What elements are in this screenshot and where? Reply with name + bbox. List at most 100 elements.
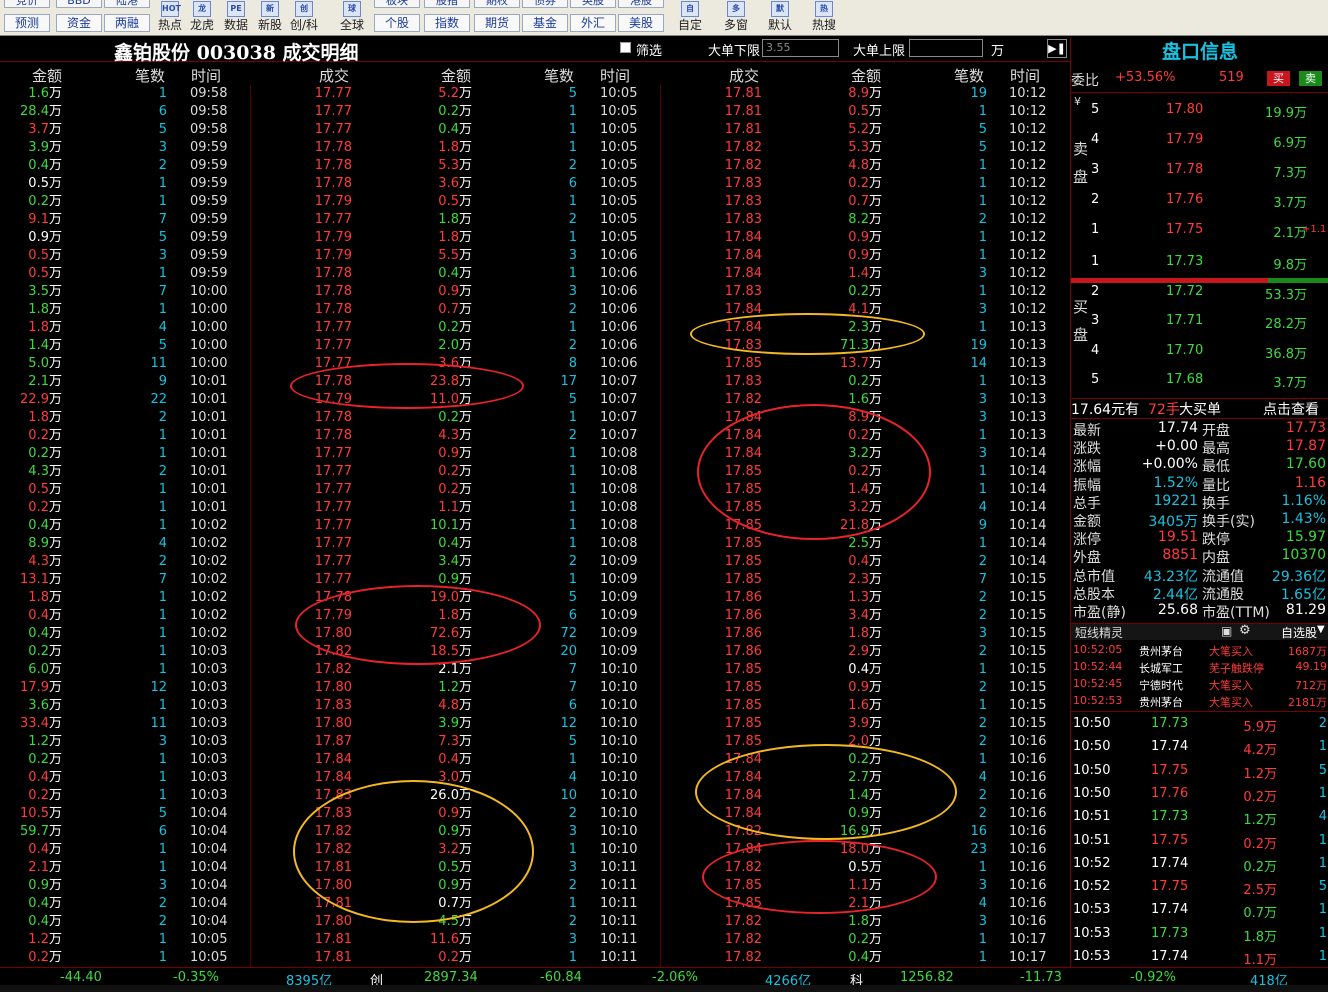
toolbar-button[interactable]: 美股	[618, 14, 664, 32]
price-cell: 17.83	[724, 284, 762, 299]
time-cell: 09:59	[190, 158, 228, 173]
filter-checkbox[interactable]	[620, 42, 631, 53]
amount-value: 3.2	[848, 446, 869, 461]
time-cell: 10:03	[190, 716, 228, 731]
table-row: 3.6万 1 10:03 17.83 4.8万 6 10:10 17.85 1.6万 1 10:15	[0, 697, 1070, 715]
toolbar-tool-right-2[interactable]: 默默认	[762, 0, 798, 36]
toolbar-button[interactable]: 竞价	[4, 0, 50, 8]
toolbar-tool-right-1[interactable]: 多多窗	[718, 0, 754, 36]
sprite-event: 大笔买入	[1209, 645, 1253, 658]
toolbar-button[interactable]: 债券	[522, 0, 568, 8]
toolbar-button[interactable]: 期权	[474, 0, 520, 8]
expand-icon[interactable]: ▣	[1221, 624, 1232, 638]
count-cell: 72	[560, 626, 577, 641]
col-count-1: 笔数	[135, 67, 166, 85]
amount-value: 0.2	[438, 104, 459, 119]
tick-row: 10:51 17.75 0.2万 1	[1071, 830, 1328, 853]
amount-value: 11.0	[430, 392, 459, 407]
amount-value: 9.1	[28, 212, 49, 227]
price-cell: 17.77	[314, 320, 352, 335]
toolbar-button[interactable]: 外汇	[570, 14, 616, 32]
toolbar-button[interactable]: 个股	[374, 14, 420, 32]
price-cell: 17.83	[724, 194, 762, 209]
amount-cell: 17.9万	[20, 679, 62, 697]
count-cell: 2	[568, 302, 577, 317]
count-cell: 3	[978, 626, 987, 641]
time-cell: 10:09	[600, 590, 638, 605]
amount-unit: 万	[458, 788, 472, 803]
toolbar-button[interactable]: 两融	[104, 14, 150, 32]
sprite-row[interactable]: 10:52:53 贵州茅台 大笔买入 2181万	[1071, 694, 1328, 711]
sprite-row[interactable]: 10:52:05 贵州茅台 大笔买入 1687万	[1071, 643, 1328, 660]
amount-cell: 0.2万	[438, 103, 472, 121]
toolbar-button[interactable]: 股指	[424, 0, 470, 8]
view-big-order-link[interactable]: 点击查看	[1263, 399, 1319, 419]
amount-cell: 3.5万	[28, 283, 62, 301]
toolbar-label: 数据	[223, 18, 248, 32]
toolbar-button[interactable]: 板块	[374, 0, 420, 8]
count-cell: 1	[978, 248, 987, 263]
count-cell: 1	[568, 752, 577, 767]
count-cell: 1	[978, 482, 987, 497]
amount-cell: 28.4万	[20, 103, 62, 121]
time-cell: 10:08	[600, 464, 638, 479]
toolbar-tool-right-0[interactable]: 自自定	[672, 0, 708, 36]
price-cell: 17.79	[314, 608, 352, 623]
amount-value: 0.2	[848, 284, 869, 299]
lower-limit-input[interactable]: 3.55	[762, 39, 839, 57]
stat-label: 市盈(静)	[1073, 605, 1126, 621]
toolbar-tool-0[interactable]: HOT 热点	[152, 0, 188, 36]
sell-button[interactable]: 卖	[1299, 71, 1322, 86]
toolbar-button[interactable]: 英股	[570, 0, 616, 8]
amount-value: 1.4	[848, 266, 869, 281]
count-cell: 3	[978, 410, 987, 425]
time-cell: 10:15	[1009, 608, 1047, 623]
price-cell: 17.82	[314, 662, 352, 677]
tick-count: 4	[1318, 809, 1327, 825]
sprite-select[interactable]: 自选股	[1281, 624, 1317, 641]
toolbar-button[interactable]: 陆港	[104, 0, 150, 8]
amount-value: 4.1	[848, 302, 869, 317]
toolbar-button[interactable]: BBD	[56, 0, 102, 8]
toolbar-tool-4[interactable]: 创创/科	[286, 0, 322, 36]
time-cell: 10:12	[1009, 284, 1047, 299]
toolbar-button[interactable]: 港股	[618, 0, 664, 8]
price-cell: 17.80	[314, 914, 352, 929]
chevron-down-icon[interactable]: ▼	[1317, 624, 1325, 635]
toolbar-button[interactable]: 期货	[474, 14, 520, 32]
collapse-panel-icon[interactable]: ▶❚	[1047, 39, 1067, 58]
toolbar-tool-right-3[interactable]: 热热搜	[806, 0, 842, 36]
price-cell: 17.82	[314, 824, 352, 839]
toolbar-tool-2[interactable]: PE 数据	[218, 0, 254, 36]
count-cell: 23	[970, 842, 987, 857]
buy-button[interactable]: 买	[1267, 71, 1290, 86]
amount-value: 1.1	[438, 500, 459, 515]
toolbar-tool-5[interactable]: 球全球	[334, 0, 370, 36]
toolbar-icon: 新	[261, 1, 279, 17]
col-time-1: 时间	[191, 67, 222, 85]
sprite-row[interactable]: 10:52:44 长城军工 芜子触跌停 49.19	[1071, 660, 1328, 677]
toolbar-button[interactable]: 资金	[56, 14, 102, 32]
toolbar-button[interactable]: 指数	[424, 14, 470, 32]
time-cell: 10:08	[600, 446, 638, 461]
price-cell: 17.85	[724, 356, 762, 371]
amount-value: 1.4	[848, 788, 869, 803]
time-cell: 10:10	[600, 788, 638, 803]
time-cell: 10:13	[1009, 338, 1047, 353]
col-time-3: 时间	[1010, 67, 1041, 85]
gear-icon[interactable]: ⚙	[1239, 623, 1251, 638]
tick-count: 1	[1318, 739, 1327, 755]
stat-value: 2.44亿	[1152, 586, 1198, 603]
toolbar-tool-3[interactable]: 新新股	[252, 0, 288, 36]
tick-row: 10:52 17.75 2.5万 5	[1071, 876, 1328, 899]
toolbar-button[interactable]: 预测	[4, 14, 50, 32]
amount-value: 18.5	[430, 644, 459, 659]
amount-cell: 8.9万	[848, 409, 882, 427]
toolbar-button[interactable]: 基金	[522, 14, 568, 32]
toolbar-tool-1[interactable]: 龙龙虎	[184, 0, 220, 36]
time-cell: 10:12	[1009, 122, 1047, 137]
upper-limit-input[interactable]	[909, 39, 983, 57]
amount-cell: 8.2万	[848, 211, 882, 229]
bid-row: 3 17.71 28.2万	[1091, 306, 1328, 335]
sprite-row[interactable]: 10:52:45 宁德时代 大笔买入 712万	[1071, 677, 1328, 694]
